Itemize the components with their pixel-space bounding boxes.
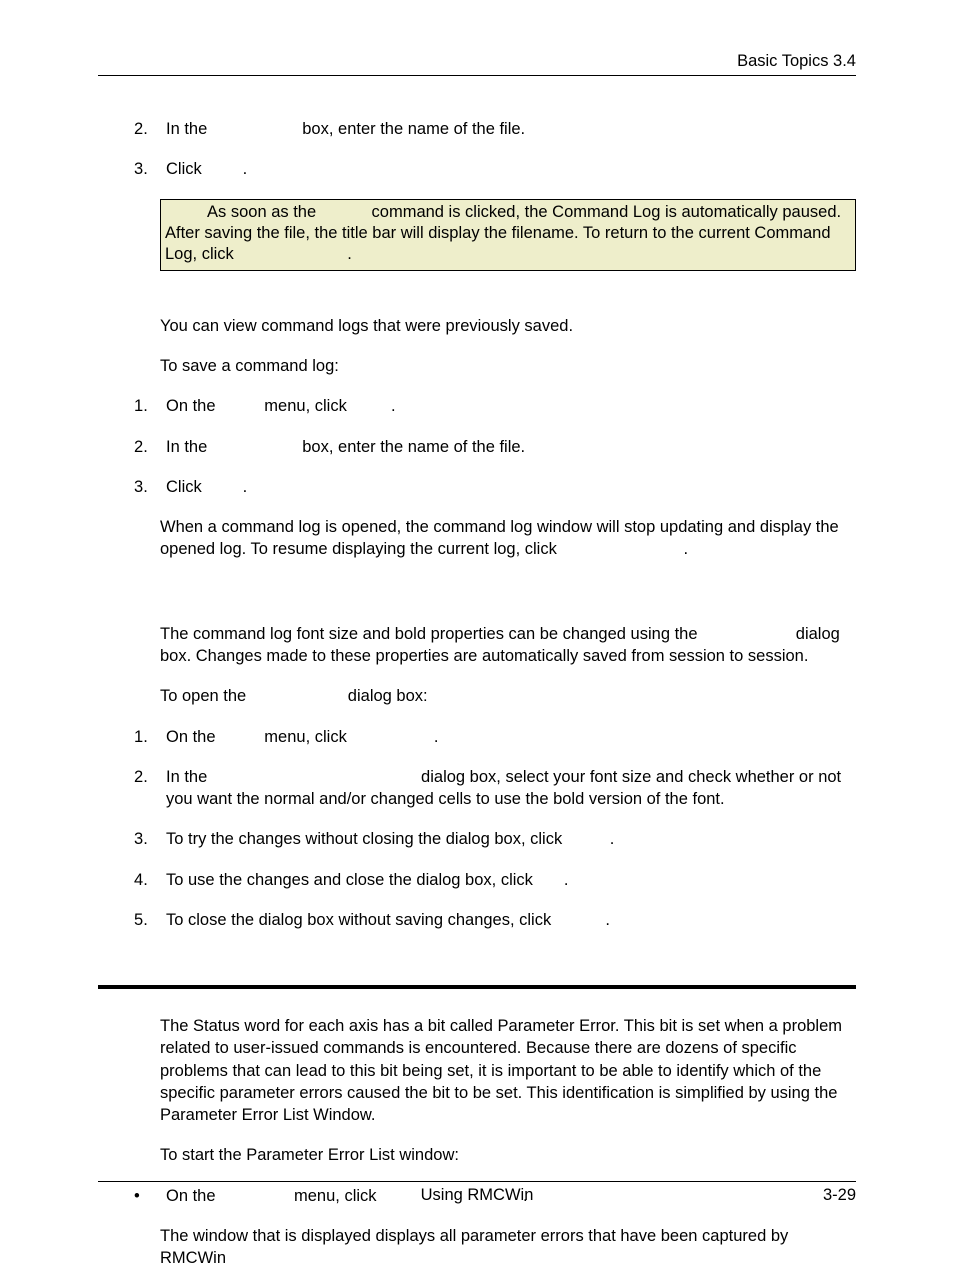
text: .	[684, 540, 689, 558]
text: In the	[166, 438, 212, 456]
text: To open the	[160, 687, 251, 705]
list-number: 3	[134, 476, 166, 498]
footer-center: Using RMCWin	[98, 1186, 856, 1205]
list-body: To try the changes without closing the d…	[166, 828, 856, 850]
header-rule	[98, 75, 856, 76]
ordered-list-2: 1 On the menu, click . 2 In the box, ent…	[98, 395, 856, 498]
list-number: 1	[134, 395, 166, 417]
text: To try the changes without closing the d…	[166, 830, 567, 848]
list-number: 2	[134, 766, 166, 811]
list-body: In the box, enter the name of the file.	[166, 118, 856, 140]
paragraph: You can view command logs that were prev…	[160, 315, 856, 337]
text: As soon as the	[207, 203, 321, 221]
text: .	[347, 245, 352, 263]
text: .	[243, 478, 248, 496]
list-body: On the menu, click .	[166, 726, 856, 748]
text: .	[434, 728, 439, 746]
text: In the	[166, 120, 212, 138]
list-item: 3 Click .	[134, 158, 856, 180]
list-item: 4 To use the changes and close the dialo…	[134, 869, 856, 891]
list-item: 1 On the menu, click .	[134, 726, 856, 748]
text: .	[605, 911, 610, 929]
footer-row: . Using RMCWin 3-29	[98, 1181, 856, 1205]
paragraph: To save a command log:	[160, 355, 856, 377]
header-right: Basic Topics 3.4	[98, 52, 856, 75]
text: .	[391, 397, 396, 415]
list-item: 5 To close the dialog box without saving…	[134, 909, 856, 931]
ordered-list-1: 2 In the box, enter the name of the file…	[98, 118, 856, 181]
list-item: 3 To try the changes without closing the…	[134, 828, 856, 850]
paragraph: To start the Parameter Error List window…	[160, 1144, 856, 1166]
text: On the	[166, 728, 220, 746]
text: Click	[166, 160, 206, 178]
text: .	[564, 871, 569, 889]
ordered-list-3: 1 On the menu, click . 2 In the dialog b…	[98, 726, 856, 932]
text: dialog box, select your font size and ch…	[166, 768, 841, 808]
text: box, enter the name of the file.	[298, 120, 525, 138]
paragraph: The window that is displayed displays al…	[160, 1225, 856, 1270]
list-item: 1 On the menu, click .	[134, 395, 856, 417]
text: .	[610, 830, 615, 848]
list-number: 3	[134, 828, 166, 850]
list-number: 2	[134, 436, 166, 458]
paragraph: To open the dialog box:	[160, 685, 856, 707]
list-body: To use the changes and close the dialog …	[166, 869, 856, 891]
list-number: 5	[134, 909, 166, 931]
list-number: 1	[134, 726, 166, 748]
footer: . Using RMCWin 3-29	[98, 1181, 856, 1205]
list-number: 4	[134, 869, 166, 891]
text: menu, click	[260, 728, 352, 746]
list-number: 3	[134, 158, 166, 180]
list-body: Click .	[166, 476, 856, 498]
text: When a command log is opened, the comman…	[160, 518, 839, 558]
text: The command log font size and bold prope…	[160, 625, 702, 643]
note-text: As soon as the command is clicked, the C…	[165, 202, 851, 266]
text: box, enter the name of the file.	[298, 438, 525, 456]
page: Basic Topics 3.4 2 In the box, enter the…	[0, 0, 954, 1269]
paragraph: When a command log is opened, the comman…	[160, 516, 856, 561]
text: To use the changes and close the dialog …	[166, 871, 537, 889]
list-item: 2 In the dialog box, select your font si…	[134, 766, 856, 811]
note-box: As soon as the command is clicked, the C…	[160, 199, 856, 271]
text: dialog box:	[343, 687, 427, 705]
text: On the	[166, 397, 220, 415]
list-item: 3 Click .	[134, 476, 856, 498]
list-item: 2 In the box, enter the name of the file…	[134, 436, 856, 458]
text: In the	[166, 768, 212, 786]
list-number: 2	[134, 118, 166, 140]
list-body: In the dialog box, select your font size…	[166, 766, 856, 811]
text: To close the dialog box without saving c…	[166, 911, 556, 929]
list-body: In the box, enter the name of the file.	[166, 436, 856, 458]
paragraph: The command log font size and bold prope…	[160, 623, 856, 668]
section-divider	[98, 985, 856, 989]
content: 2 In the box, enter the name of the file…	[98, 78, 856, 1269]
list-body: To close the dialog box without saving c…	[166, 909, 856, 931]
text: Click	[166, 478, 206, 496]
list-body: On the menu, click .	[166, 395, 856, 417]
text: menu, click	[260, 397, 352, 415]
text: .	[243, 160, 248, 178]
paragraph: The Status word for each axis has a bit …	[160, 1015, 856, 1126]
list-item: 2 In the box, enter the name of the file…	[134, 118, 856, 140]
list-body: Click .	[166, 158, 856, 180]
